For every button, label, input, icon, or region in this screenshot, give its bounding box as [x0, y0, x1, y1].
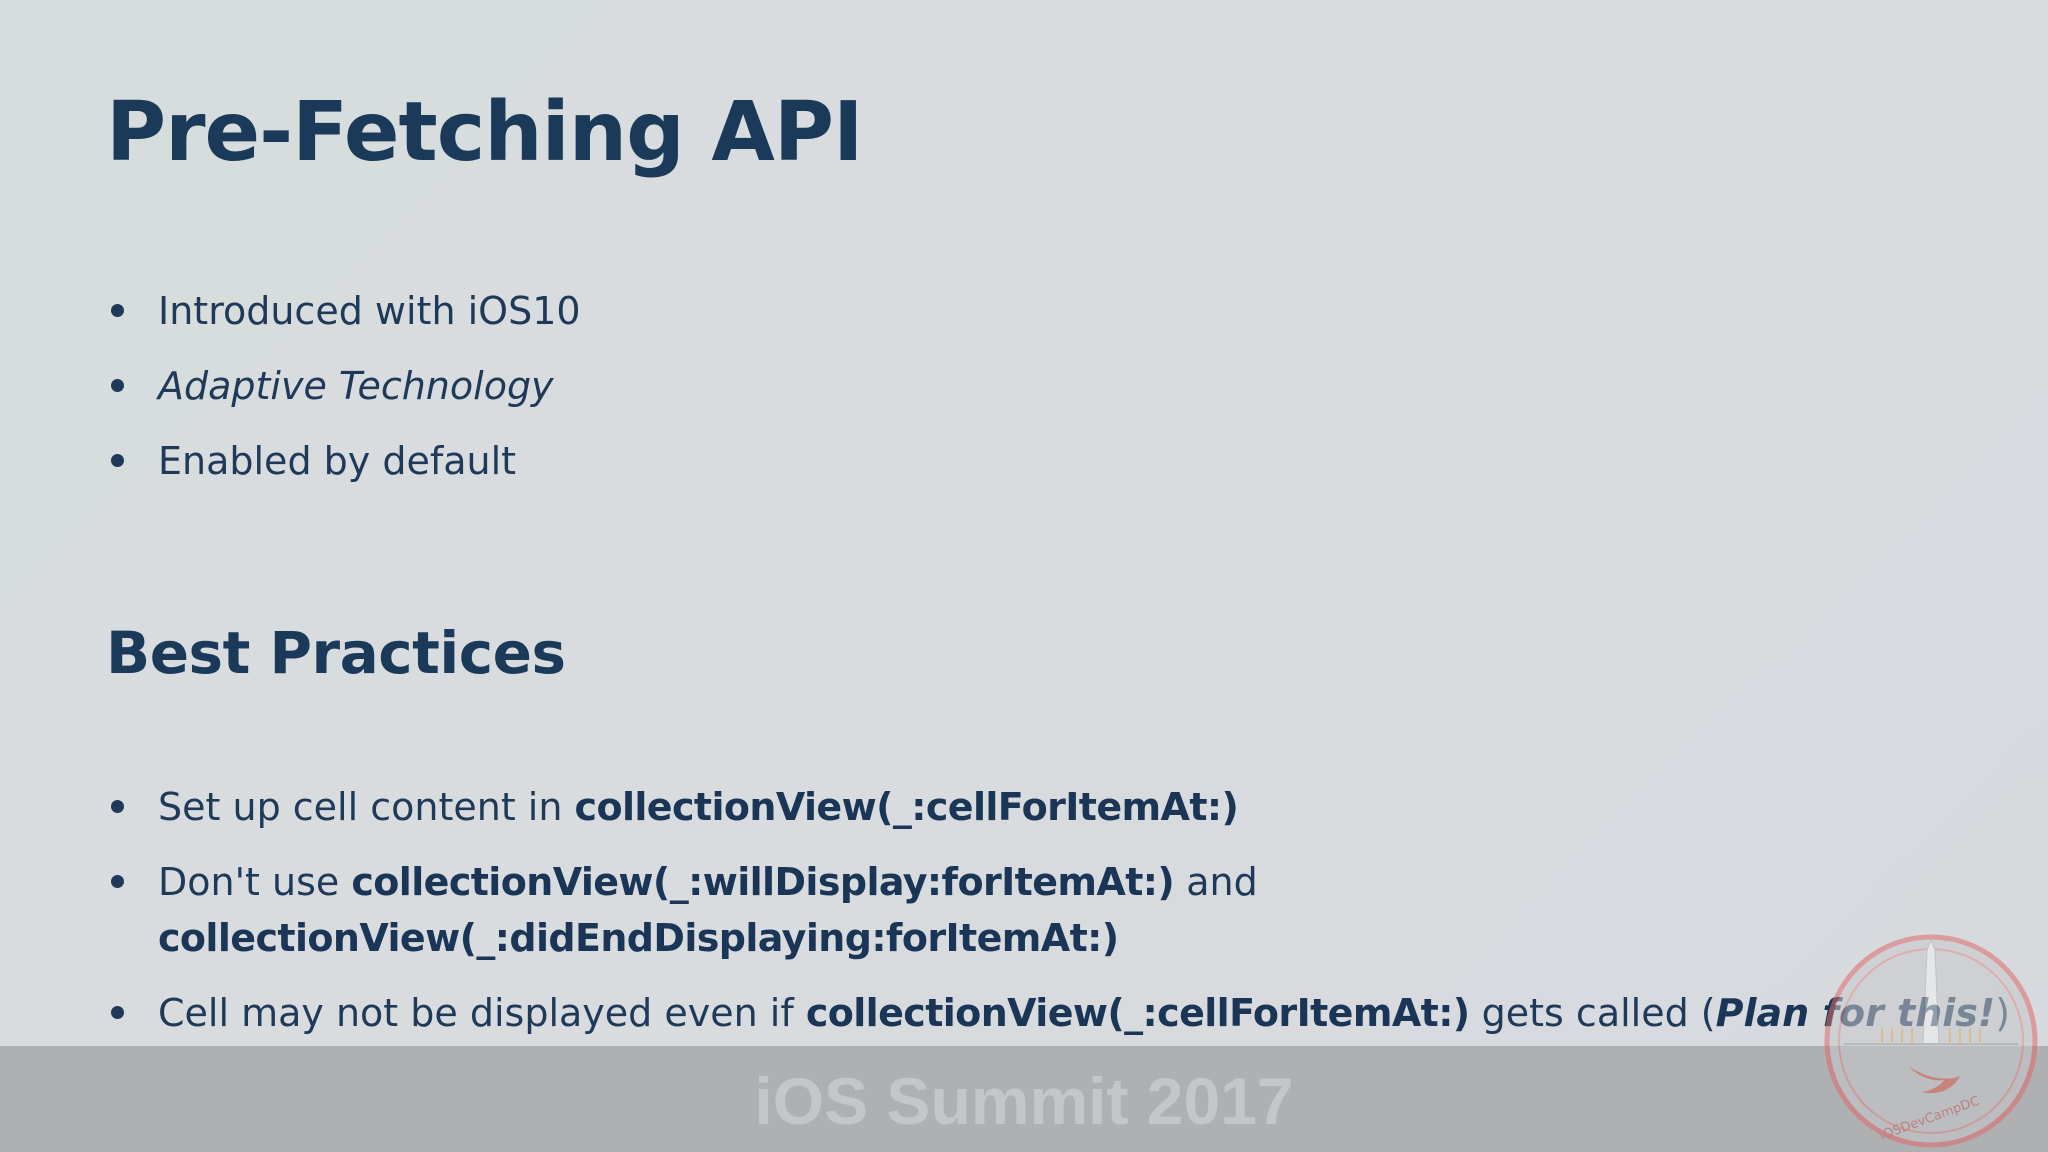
code-reference: collectionView(_:cellForItemAt:)	[805, 991, 1470, 1035]
bullet-text: Adaptive Technology	[158, 364, 554, 408]
bullet-dot	[111, 454, 124, 467]
list-item: Enabled by default	[106, 433, 581, 489]
list-item: Introduced with iOS10	[106, 283, 581, 339]
bullet-dot	[111, 379, 124, 392]
practice-bullet-list: Set up cell content in collectionView(_:…	[106, 779, 2010, 1060]
bullet-dot	[111, 800, 124, 813]
intro-bullet-list: Introduced with iOS10 Adaptive Technolog…	[106, 283, 581, 508]
code-reference: collectionView(_:cellForItemAt:)	[574, 785, 1239, 829]
bullet-text: gets called (	[1469, 991, 1716, 1035]
list-item: Don't use collectionView(_:willDisplay:f…	[106, 854, 2010, 966]
list-item: Adaptive Technology	[106, 358, 581, 414]
bullet-text: Enabled by default	[158, 439, 517, 483]
slide-title: Pre-Fetching API	[106, 85, 863, 180]
bullet-line: Don't use collectionView(_:willDisplay:f…	[158, 854, 2010, 910]
slide: Pre-Fetching API Introduced with iOS10 A…	[0, 0, 2048, 1152]
bullet-text: Don't use	[158, 860, 352, 904]
bullet-dot	[111, 304, 124, 317]
code-reference: collectionView(_:willDisplay:forItemAt:)	[351, 860, 1175, 904]
bullet-text: Introduced with iOS10	[158, 289, 581, 333]
section-heading: Best Practices	[106, 619, 566, 687]
bullet-dot	[111, 875, 124, 888]
list-item: Set up cell content in collectionView(_:…	[106, 779, 2010, 835]
bullet-line: collectionView(_:didEndDisplaying:forIte…	[158, 910, 2010, 966]
bullet-text: Set up cell content in	[158, 785, 575, 829]
code-reference: collectionView(_:didEndDisplaying:forIte…	[158, 916, 1119, 960]
footer-title: iOS Summit 2017	[754, 1064, 1294, 1138]
conference-logo-icon: iOSDevCampDC	[1824, 934, 2038, 1148]
bullet-text: and	[1174, 860, 1258, 904]
list-item: Cell may not be displayed even if collec…	[106, 985, 2010, 1041]
bullet-dot	[111, 1006, 124, 1019]
bullet-text: Cell may not be displayed even if	[158, 991, 806, 1035]
